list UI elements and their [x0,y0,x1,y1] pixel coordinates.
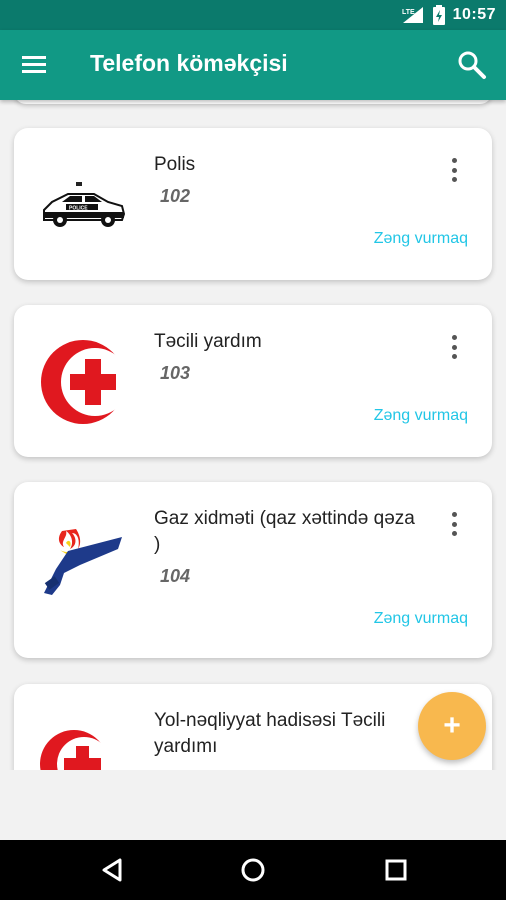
call-button[interactable]: Zəng vurmaq [374,230,468,248]
card-ambulance[interactable]: Təcili yardım 103 Zəng vurmaq [14,305,492,457]
svg-text:LTE: LTE [402,9,415,16]
card-gas-service[interactable]: Gaz xidməti (qaz xəttində qəza ) 104 Zən… [14,482,492,658]
card-title: Polis [154,154,196,175]
card-title: Yol-nəqliyyat hadisəsi Təcili yardımı [154,710,386,757]
card-police[interactable]: POLICE Polis 102 Zəng vurmaq [14,128,492,280]
plus-icon: + [443,709,461,742]
add-button[interactable]: + [418,692,486,760]
app-bar: Telefon köməkçisi [0,30,506,100]
hamburger-menu-icon[interactable] [22,53,48,77]
police-car-icon: POLICE [38,150,128,260]
status-time: 10:57 [452,6,496,23]
bottom-empty-area [0,770,506,840]
red-crescent-icon [38,327,128,437]
system-navigation-bar [0,840,506,900]
call-button[interactable]: Zəng vurmaq [374,610,468,628]
more-options-icon[interactable] [444,335,464,359]
more-options-icon[interactable] [444,158,464,182]
call-button[interactable]: Zəng vurmaq [374,407,468,425]
signal-lte-icon: LTE [402,7,423,23]
card-number: 104 [160,566,191,586]
app-title: Telefon köməkçisi [90,50,288,76]
status-bar: LTE 10:57 [0,0,506,30]
search-icon[interactable] [456,49,488,81]
battery-icon [432,5,445,25]
more-options-icon[interactable] [444,512,464,536]
card-title: Təcili yardım [154,331,262,352]
recent-apps-icon[interactable] [380,854,412,886]
card-number: 102 [160,186,191,206]
home-icon[interactable] [237,854,269,886]
previous-card-edge [14,100,492,104]
gas-pipe-fire-icon [38,504,128,624]
svg-text:POLICE: POLICE [69,206,88,212]
card-title: Gaz xidməti (qaz xəttində qəza ) [154,508,415,555]
back-icon[interactable] [96,854,128,886]
road-accident-ambulance-icon [38,708,128,770]
card-number: 103 [160,363,191,383]
emergency-list[interactable]: POLICE Polis 102 Zəng vurmaq Təcili yard… [0,100,506,770]
